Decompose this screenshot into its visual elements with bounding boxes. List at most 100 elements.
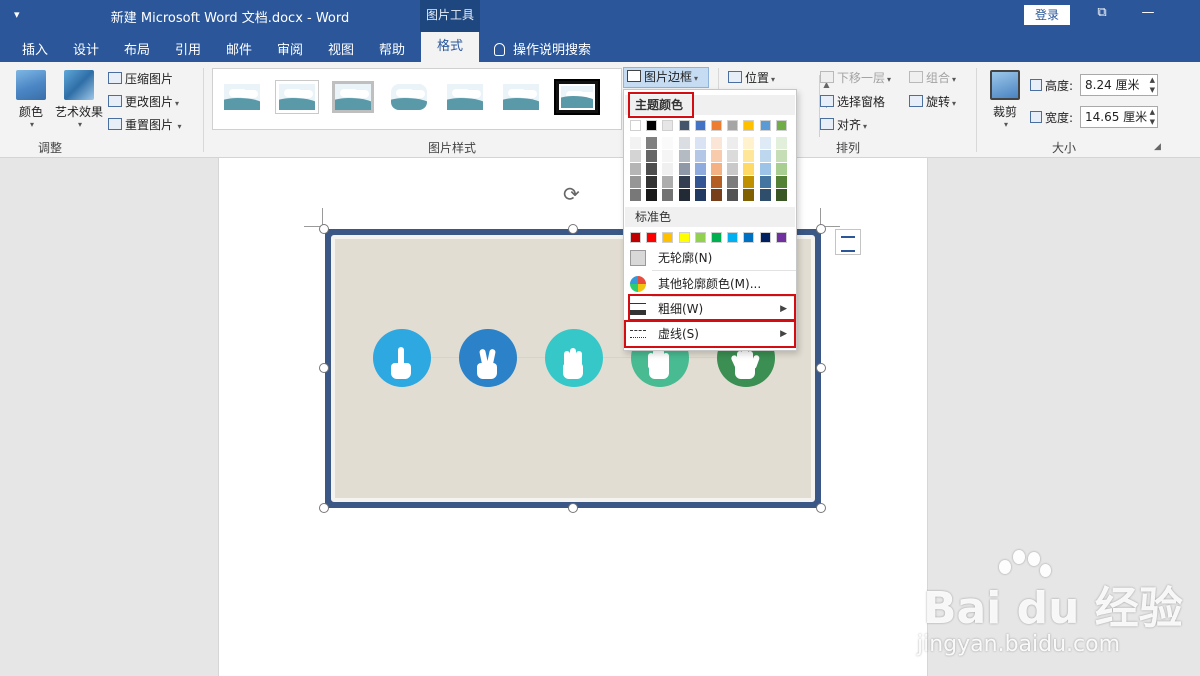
theme-color-swatch[interactable] bbox=[678, 120, 690, 131]
align-button[interactable]: 对齐 ▾ bbox=[820, 116, 867, 133]
theme-color-tint[interactable] bbox=[759, 163, 771, 175]
picture-styles-gallery[interactable]: ▲ ▼ ▾ bbox=[212, 68, 830, 137]
theme-color-tint[interactable] bbox=[646, 150, 658, 162]
theme-color-tint[interactable] bbox=[775, 150, 787, 162]
theme-color-tint[interactable] bbox=[727, 163, 739, 175]
standard-color-swatch[interactable] bbox=[711, 232, 722, 243]
reset-picture-button[interactable]: 重置图片 ▾ bbox=[108, 116, 182, 133]
theme-color-tint[interactable] bbox=[630, 137, 641, 149]
theme-color-tint[interactable] bbox=[711, 176, 722, 188]
resize-handle-bottom-right[interactable] bbox=[816, 503, 826, 513]
size-dialog-launcher-icon[interactable]: ◢ bbox=[1154, 142, 1161, 152]
resize-handle-bottom-left[interactable] bbox=[319, 503, 329, 513]
tell-me-search[interactable]: 操作说明搜索 bbox=[494, 39, 591, 58]
tab-layout[interactable]: 布局 bbox=[124, 39, 150, 58]
dashes-item[interactable]: 虚线(S) ▶ bbox=[625, 323, 795, 345]
theme-color-tint[interactable] bbox=[678, 150, 690, 162]
picture-style-thumb[interactable] bbox=[221, 81, 263, 113]
picture-style-thumb[interactable] bbox=[556, 81, 598, 113]
tab-mailings[interactable]: 邮件 bbox=[226, 39, 252, 58]
theme-color-tint[interactable] bbox=[646, 189, 658, 201]
standard-color-swatch[interactable] bbox=[678, 232, 690, 243]
picture-style-thumb[interactable] bbox=[444, 81, 486, 113]
theme-color-tint[interactable] bbox=[662, 176, 674, 188]
change-picture-button[interactable]: 更改图片 ▾ bbox=[108, 93, 179, 110]
resize-handle-top[interactable] bbox=[568, 224, 578, 234]
height-spinner-icon[interactable]: ▲ ▼ bbox=[1150, 75, 1155, 95]
compress-pictures-button[interactable]: 压缩图片 bbox=[108, 70, 173, 87]
tab-references[interactable]: 引用 bbox=[175, 39, 201, 58]
color-button[interactable]: 颜色 ▾ bbox=[14, 70, 48, 129]
selection-pane-button[interactable]: 选择窗格 bbox=[820, 93, 885, 110]
no-outline-item[interactable]: 无轮廓(N) bbox=[625, 247, 795, 269]
resize-handle-top-left[interactable] bbox=[319, 224, 329, 234]
tab-help[interactable]: 帮助 bbox=[379, 39, 405, 58]
theme-color-tint[interactable] bbox=[694, 163, 706, 175]
standard-color-swatch[interactable] bbox=[662, 232, 674, 243]
crop-button[interactable]: 裁剪 ▾ bbox=[988, 70, 1022, 129]
tab-format[interactable]: 格式 bbox=[421, 32, 480, 62]
theme-color-tint[interactable] bbox=[678, 137, 690, 149]
login-button[interactable]: 登录 bbox=[1024, 5, 1070, 25]
theme-color-tint[interactable] bbox=[630, 189, 641, 201]
weight-item[interactable]: 粗细(W) ▶ bbox=[625, 298, 795, 320]
picture-style-thumb[interactable] bbox=[332, 81, 374, 113]
tab-insert[interactable]: 插入 bbox=[22, 39, 48, 58]
theme-color-tint[interactable] bbox=[646, 137, 658, 149]
theme-color-tint[interactable] bbox=[727, 189, 739, 201]
layout-options-icon[interactable] bbox=[835, 229, 861, 255]
theme-color-tint[interactable] bbox=[630, 150, 641, 162]
theme-color-tint[interactable] bbox=[678, 189, 690, 201]
theme-color-tint[interactable] bbox=[775, 163, 787, 175]
theme-color-tint[interactable] bbox=[662, 137, 674, 149]
theme-color-swatch[interactable] bbox=[743, 120, 755, 131]
standard-color-swatch[interactable] bbox=[646, 232, 658, 243]
theme-color-tint[interactable] bbox=[775, 176, 787, 188]
theme-color-swatch[interactable] bbox=[694, 120, 706, 131]
theme-color-tint[interactable] bbox=[711, 137, 722, 149]
send-backward-button[interactable]: 下移一层 ▾ bbox=[820, 69, 891, 86]
resize-handle-top-right[interactable] bbox=[816, 224, 826, 234]
theme-color-tint[interactable] bbox=[678, 176, 690, 188]
theme-color-tint[interactable] bbox=[646, 176, 658, 188]
standard-color-swatch[interactable] bbox=[775, 232, 787, 243]
theme-color-tint[interactable] bbox=[759, 176, 771, 188]
theme-color-tint[interactable] bbox=[743, 176, 755, 188]
theme-color-swatch[interactable] bbox=[662, 120, 674, 131]
theme-color-tint[interactable] bbox=[727, 176, 739, 188]
theme-color-tint[interactable] bbox=[759, 137, 771, 149]
theme-color-tint[interactable] bbox=[743, 137, 755, 149]
theme-color-swatch[interactable] bbox=[727, 120, 739, 131]
theme-color-tint[interactable] bbox=[775, 137, 787, 149]
theme-color-tint[interactable] bbox=[743, 189, 755, 201]
standard-color-swatch[interactable] bbox=[630, 232, 641, 243]
theme-color-tint[interactable] bbox=[711, 150, 722, 162]
resize-handle-bottom[interactable] bbox=[568, 503, 578, 513]
theme-color-swatch[interactable] bbox=[759, 120, 771, 131]
theme-color-swatch[interactable] bbox=[646, 120, 658, 131]
theme-color-tint[interactable] bbox=[743, 150, 755, 162]
theme-color-tint[interactable] bbox=[646, 163, 658, 175]
theme-color-tint[interactable] bbox=[662, 163, 674, 175]
artistic-effects-button[interactable]: 艺术效果 ▾ bbox=[53, 70, 105, 129]
group-objects-button[interactable]: 组合 ▾ bbox=[909, 69, 956, 86]
minimize-icon[interactable]: — bbox=[1138, 5, 1158, 20]
theme-color-tint[interactable] bbox=[662, 150, 674, 162]
more-outline-colors-item[interactable]: 其他轮廓颜色(M)... bbox=[625, 273, 795, 295]
theme-color-tint[interactable] bbox=[759, 189, 771, 201]
ribbon-display-options-icon[interactable]: ⧉ bbox=[1092, 5, 1112, 20]
theme-color-tint[interactable] bbox=[662, 189, 674, 201]
width-input[interactable]: 14.65 厘米 ▲ ▼ bbox=[1080, 106, 1158, 128]
theme-color-swatch[interactable] bbox=[775, 120, 787, 131]
standard-color-swatch[interactable] bbox=[759, 232, 771, 243]
standard-color-swatch[interactable] bbox=[694, 232, 706, 243]
resize-handle-left[interactable] bbox=[319, 363, 329, 373]
theme-color-tint[interactable] bbox=[694, 189, 706, 201]
theme-color-tint[interactable] bbox=[759, 150, 771, 162]
height-input[interactable]: 8.24 厘米 ▲ ▼ bbox=[1080, 74, 1158, 96]
picture-border-button[interactable]: 图片边框 ▾ bbox=[623, 67, 709, 88]
standard-color-swatch[interactable] bbox=[727, 232, 739, 243]
tab-review[interactable]: 审阅 bbox=[277, 39, 303, 58]
rotate-handle-icon[interactable]: ⟳ bbox=[563, 184, 580, 204]
width-spinner-icon[interactable]: ▲ ▼ bbox=[1150, 107, 1155, 127]
